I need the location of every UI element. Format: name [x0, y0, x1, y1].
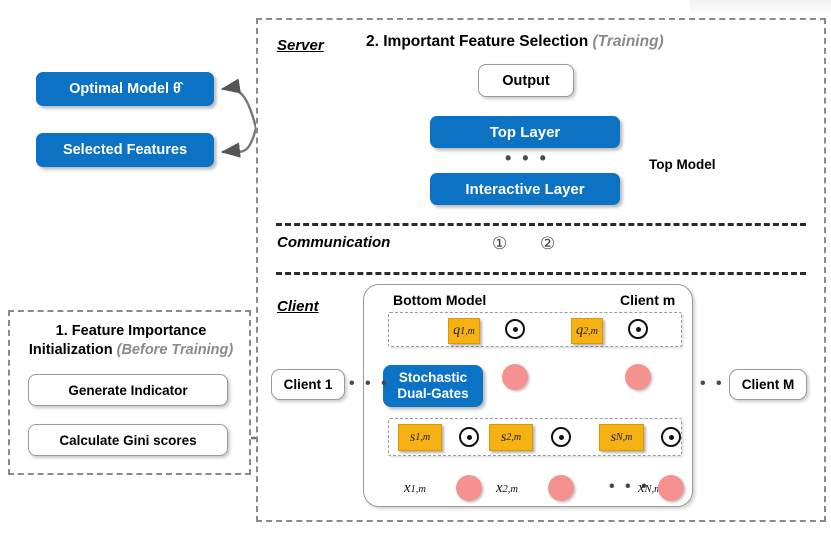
top-right-strip	[690, 0, 831, 12]
communication-divider-bottom	[276, 272, 806, 275]
init-title-sub: (Before Training)	[116, 341, 234, 358]
bottom-model-label: Bottom Model	[393, 292, 487, 308]
server-phase-title-main: 2. Important Feature Selection	[366, 33, 589, 50]
q-gate-box-1: q 1,m	[448, 318, 480, 344]
calculate-gini-box: Calculate Gini scores	[28, 424, 228, 456]
initialization-phase-title: 1. Feature Importance Initialization (Be…	[18, 322, 244, 360]
input-node-n	[658, 475, 684, 501]
q-gate-1-base: q	[453, 323, 461, 338]
s-gate-2-sub: 2,m	[506, 432, 522, 443]
interactive-layer-box: Interactive Layer	[430, 173, 620, 205]
init-title-line1: 1. Feature Importance	[55, 323, 207, 339]
input-label-1: x1,m	[404, 480, 426, 497]
q-gate-1-sub: 1,m	[460, 325, 475, 337]
client-m-label: Client m	[620, 292, 676, 308]
s-gate-operator-n	[661, 427, 681, 447]
input-node-2	[548, 475, 574, 501]
selected-features-box: Selected Features	[36, 133, 214, 167]
input-2-sub: 2,m	[502, 484, 518, 495]
communication-marker-2: ②	[540, 234, 556, 254]
s-gate-box-1: s 1,m	[398, 424, 442, 451]
stochastic-dual-gates-line1: Stochastic	[398, 370, 468, 386]
s-gate-box-2: s 2,m	[489, 424, 533, 451]
client-left-ellipsis: • • •	[349, 375, 390, 392]
s-gate-operator-2	[551, 427, 571, 447]
server-phase-title-sub: (Training)	[592, 33, 664, 50]
input-1-sub: 1,m	[410, 484, 426, 495]
input-label-2: x2,m	[496, 480, 518, 497]
communication-divider-top	[276, 223, 806, 226]
q-gate-operator-1	[505, 319, 525, 339]
generate-indicator-box: Generate Indicator	[28, 374, 228, 406]
section-label-client: Client	[277, 298, 319, 315]
diagram-canvas: Server Communication Client 2. Important…	[0, 0, 831, 539]
s-gate-operator-1	[459, 427, 479, 447]
stochastic-dual-gates-box: Stochastic Dual-Gates	[383, 365, 483, 407]
hidden-node-1	[502, 364, 528, 390]
section-label-server: Server	[277, 37, 324, 54]
s-gate-1-sub: 1,m	[415, 432, 431, 443]
stochastic-dual-gates-line2: Dual-Gates	[397, 386, 469, 401]
q-gate-operator-2	[628, 319, 648, 339]
client-last-pill: Client M	[729, 369, 807, 400]
init-title-line2: Initialization	[28, 341, 113, 358]
q-gate-2-base: q	[576, 323, 584, 338]
output-box: Output	[478, 64, 574, 97]
q-gate-box-2: q 2,m	[571, 318, 603, 344]
client-first-pill: Client 1	[271, 369, 345, 400]
s-gate-n-sub: N,m	[616, 432, 633, 443]
hidden-node-2	[625, 364, 651, 390]
server-phase-title: 2. Important Feature Selection (Training…	[366, 33, 664, 51]
s-gate-box-n: s N,m	[599, 424, 644, 451]
section-label-communication: Communication	[277, 234, 391, 251]
top-model-ellipsis: • • •	[505, 148, 549, 168]
optimal-model-box: Optimal Model θ̂	[36, 72, 214, 106]
input-node-1	[456, 475, 482, 501]
top-layer-box: Top Layer	[430, 116, 620, 148]
top-model-label: Top Model	[649, 157, 716, 172]
communication-marker-1: ①	[492, 234, 508, 254]
q-gate-2-sub: 2,m	[583, 325, 598, 337]
